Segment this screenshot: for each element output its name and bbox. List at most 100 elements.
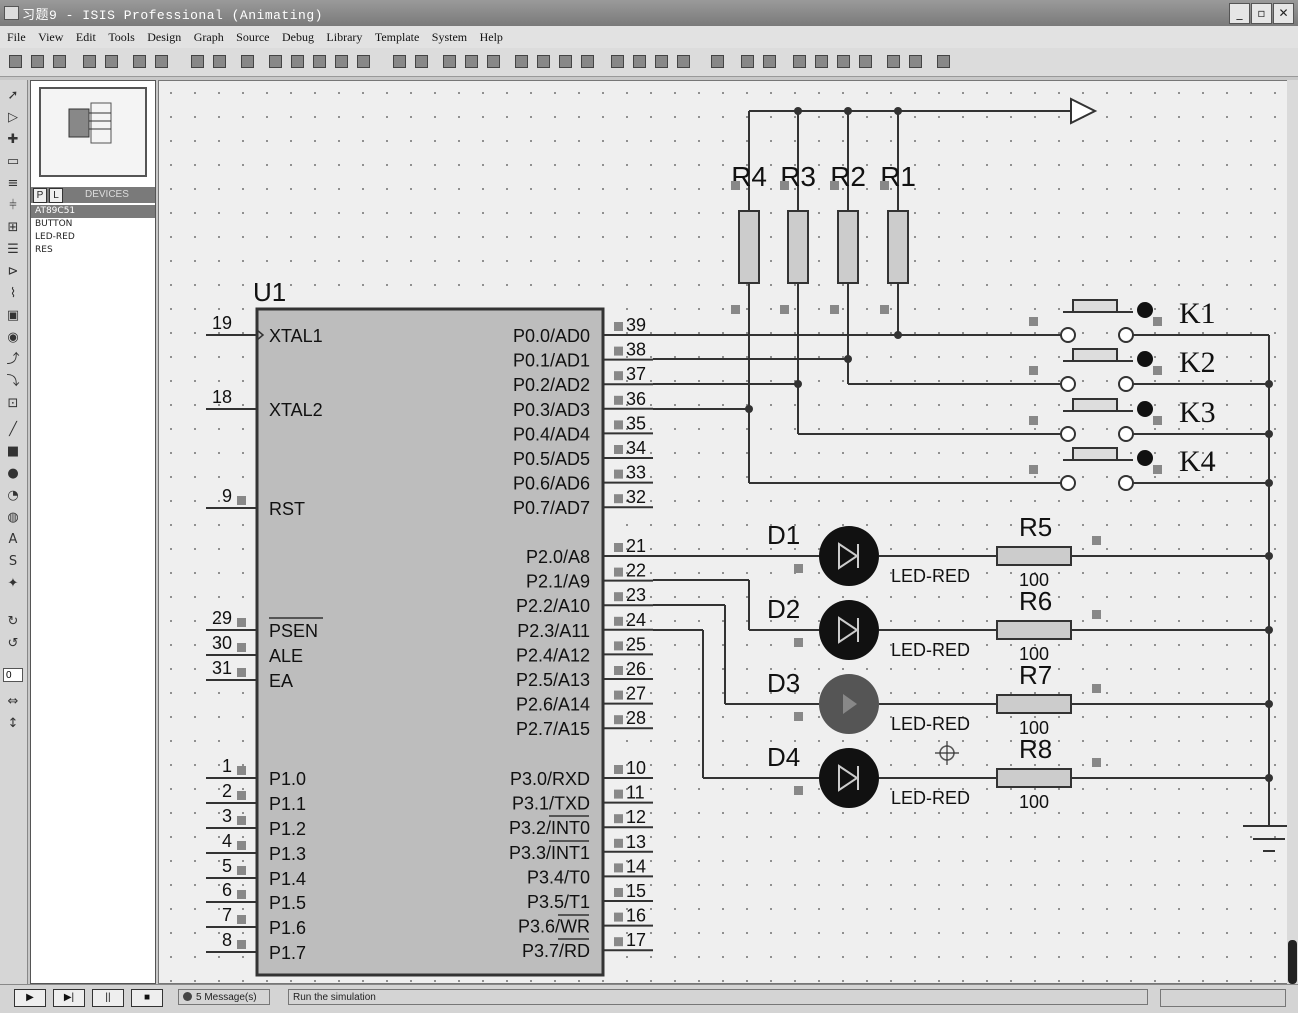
pin-marker: [614, 567, 623, 577]
toolbar-tool-icon[interactable]: [268, 54, 284, 70]
toolbar-tool-icon[interactable]: [836, 54, 852, 70]
menu-design[interactable]: Design: [147, 30, 181, 45]
toolbar-tool-icon[interactable]: [792, 54, 808, 70]
menu-template[interactable]: Template: [375, 30, 419, 45]
menu-graph[interactable]: Graph: [194, 30, 224, 45]
toolbar-tool-icon[interactable]: [212, 54, 228, 70]
line-tool-icon[interactable]: ╱: [5, 422, 21, 438]
circle-tool-icon[interactable]: ●: [5, 466, 21, 482]
toolbar-tool-icon[interactable]: [936, 54, 952, 70]
pin-number: 22: [626, 561, 646, 581]
bus-icon[interactable]: ⫩: [5, 198, 21, 214]
menu-help[interactable]: Help: [480, 30, 503, 45]
toolbar-tool-icon[interactable]: [190, 54, 206, 70]
toolbar-tool-icon[interactable]: [710, 54, 726, 70]
device-pins-icon[interactable]: ⊳: [5, 264, 21, 280]
close-button[interactable]: ✕: [1273, 3, 1294, 24]
component-mode-icon[interactable]: ▷: [5, 110, 21, 126]
menu-view[interactable]: View: [38, 30, 63, 45]
box-tool-icon[interactable]: ■: [5, 444, 21, 460]
menu-tools[interactable]: Tools: [108, 30, 135, 45]
toolbar-tool-icon[interactable]: [52, 54, 68, 70]
device-item[interactable]: BUTTON: [31, 218, 155, 231]
vertical-scrollbar[interactable]: [1287, 80, 1298, 984]
generator-icon[interactable]: ◉: [5, 330, 21, 346]
device-item[interactable]: AT89C51: [31, 205, 155, 218]
pause-button[interactable]: ||: [92, 989, 124, 1007]
stop-button[interactable]: ■: [131, 989, 163, 1007]
rotation-angle-field[interactable]: 0: [3, 668, 23, 682]
toolbar-tool-icon[interactable]: [104, 54, 120, 70]
library-manager-button[interactable]: L: [49, 188, 63, 203]
arc-tool-icon[interactable]: ◔: [5, 488, 21, 504]
wire-label-icon[interactable]: ▭: [5, 154, 21, 170]
menu-debug[interactable]: Debug: [282, 30, 314, 45]
toolbar-tool-icon[interactable]: [132, 54, 148, 70]
menu-file[interactable]: File: [7, 30, 26, 45]
toolbar-tool-icon[interactable]: [514, 54, 530, 70]
toolbar-tool-icon[interactable]: [392, 54, 408, 70]
toolbar-tool-icon[interactable]: [312, 54, 328, 70]
text-tool-icon[interactable]: A: [5, 532, 21, 548]
toolbar-tool-icon[interactable]: [814, 54, 830, 70]
text-script-icon[interactable]: ≡: [5, 176, 21, 192]
current-probe-icon[interactable]: ⤵: [5, 374, 21, 390]
rotate-cw-icon[interactable]: ↻: [5, 614, 21, 630]
toolbar-tool-icon[interactable]: [334, 54, 350, 70]
series-resistor-body: [996, 768, 1072, 788]
toolbar-tool-icon[interactable]: [464, 54, 480, 70]
toolbar-tool-icon[interactable]: [536, 54, 552, 70]
toolbar-tool-icon[interactable]: [486, 54, 502, 70]
mirror-vertical-icon[interactable]: ↕: [5, 716, 21, 732]
symbol-tool-icon[interactable]: S: [5, 554, 21, 570]
path-tool-icon[interactable]: ◍: [5, 510, 21, 526]
toolbar-tool-icon[interactable]: [762, 54, 778, 70]
toolbar-tool-icon[interactable]: [908, 54, 924, 70]
pick-devices-button[interactable]: P: [33, 188, 47, 203]
junction-dot-icon[interactable]: ✚: [5, 132, 21, 148]
toolbar-tool-icon[interactable]: [414, 54, 430, 70]
toolbar-tool-icon[interactable]: [82, 54, 98, 70]
menu-edit[interactable]: Edit: [76, 30, 96, 45]
virtual-instruments-icon[interactable]: ⊡: [5, 396, 21, 412]
toolbar-tool-icon[interactable]: [654, 54, 670, 70]
rotate-ccw-icon[interactable]: ↺: [5, 636, 21, 652]
device-item[interactable]: RES: [31, 244, 155, 257]
toolbar-tool-icon[interactable]: [632, 54, 648, 70]
terminals-icon[interactable]: ☰: [5, 242, 21, 258]
toolbar-tool-icon[interactable]: [580, 54, 596, 70]
toolbar-tool-icon[interactable]: [356, 54, 372, 70]
mirror-horizontal-icon[interactable]: ⇔: [5, 694, 21, 710]
toolbar-tool-icon[interactable]: [30, 54, 46, 70]
menu-library[interactable]: Library: [326, 30, 362, 45]
toolbar-tool-icon[interactable]: [858, 54, 874, 70]
scrollbar-thumb[interactable]: [1288, 940, 1297, 984]
toolbar-tool-icon[interactable]: [8, 54, 24, 70]
minimize-button[interactable]: _: [1229, 3, 1250, 24]
toolbar-tool-icon[interactable]: [442, 54, 458, 70]
overview-window[interactable]: [39, 87, 147, 177]
step-button[interactable]: ▶|: [53, 989, 85, 1007]
subcircuit-icon[interactable]: ⊞: [5, 220, 21, 236]
toolbar-tool-icon[interactable]: [154, 54, 170, 70]
toolbar-tool-icon[interactable]: [740, 54, 756, 70]
toolbar-tool-icon[interactable]: [290, 54, 306, 70]
selection-mode-icon[interactable]: ➚: [5, 88, 21, 104]
schematic-canvas[interactable]: U1 19 XTAL1 18 XTAL2 9 RST 29 PSEN 30 ALE 31 EA 1 P1.0…: [158, 80, 1295, 984]
toolbar-tool-icon[interactable]: [610, 54, 626, 70]
menu-system[interactable]: System: [432, 30, 467, 45]
maximize-button[interactable]: ▫: [1251, 3, 1272, 24]
toolbar-tool-icon[interactable]: [676, 54, 692, 70]
tape-recorder-icon[interactable]: ▣: [5, 308, 21, 324]
toolbar-tool-icon[interactable]: [886, 54, 902, 70]
voltage-probe-icon[interactable]: ⤴: [5, 352, 21, 368]
pin-marker: [614, 814, 623, 824]
marker-tool-icon[interactable]: ✦: [5, 576, 21, 592]
graph-icon[interactable]: ⌇: [5, 286, 21, 302]
messages-indicator[interactable]: 5 Message(s): [178, 989, 270, 1005]
toolbar-tool-icon[interactable]: [558, 54, 574, 70]
play-button[interactable]: ▶: [14, 989, 46, 1007]
menu-source[interactable]: Source: [236, 30, 269, 45]
device-item[interactable]: LED-RED: [31, 231, 155, 244]
toolbar-tool-icon[interactable]: [240, 54, 256, 70]
